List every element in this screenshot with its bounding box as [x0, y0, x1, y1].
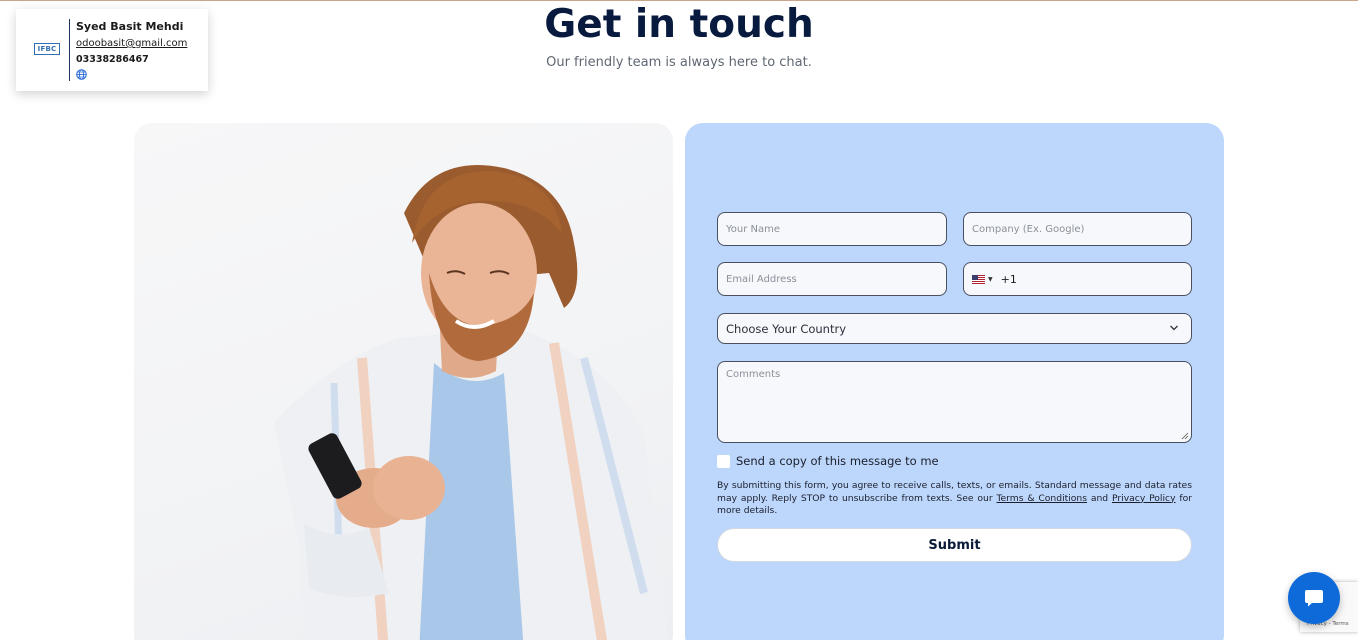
- send-copy-label: Send a copy of this message to me: [736, 454, 939, 468]
- top-border: [0, 0, 1358, 1]
- email-input[interactable]: Email Address: [717, 262, 947, 296]
- contact-form: Your Name Company (Ex. Google) Email Add…: [685, 123, 1224, 640]
- chat-bubble-icon: [1305, 590, 1323, 607]
- name-input[interactable]: Your Name: [717, 212, 947, 246]
- caret-down-icon[interactable]: ▼: [988, 276, 993, 283]
- chevron-down-icon: [1170, 325, 1178, 331]
- man-with-phone-illustration: [274, 165, 668, 640]
- privacy-policy-link[interactable]: Privacy Policy: [1112, 493, 1176, 504]
- comments-placeholder: Comments: [726, 369, 781, 380]
- phone-input[interactable]: ▼ +1: [963, 262, 1192, 296]
- chat-button[interactable]: [1288, 572, 1340, 624]
- company-input[interactable]: Company (Ex. Google): [963, 212, 1192, 246]
- country-select-value: Choose Your Country: [726, 321, 847, 336]
- phone-code: +1: [1000, 272, 1017, 286]
- us-flag-icon[interactable]: [972, 274, 985, 284]
- terms-link[interactable]: Terms & Conditions: [996, 493, 1087, 504]
- disclaimer-and: and: [1090, 492, 1109, 504]
- page-subtitle: Our friendly team is always here to chat…: [546, 55, 812, 70]
- hero-photo: [134, 123, 673, 640]
- submit-button[interactable]: Submit: [717, 528, 1192, 562]
- country-select[interactable]: Choose Your Country: [717, 313, 1192, 344]
- globe-icon[interactable]: [76, 69, 87, 80]
- consent-disclaimer: By submitting this form, you agree to re…: [717, 480, 1192, 518]
- page-title: Get in touch: [544, 2, 814, 47]
- comments-textarea[interactable]: Comments: [717, 361, 1192, 443]
- send-copy-checkbox[interactable]: [717, 455, 730, 468]
- resize-handle-icon[interactable]: [1181, 432, 1189, 440]
